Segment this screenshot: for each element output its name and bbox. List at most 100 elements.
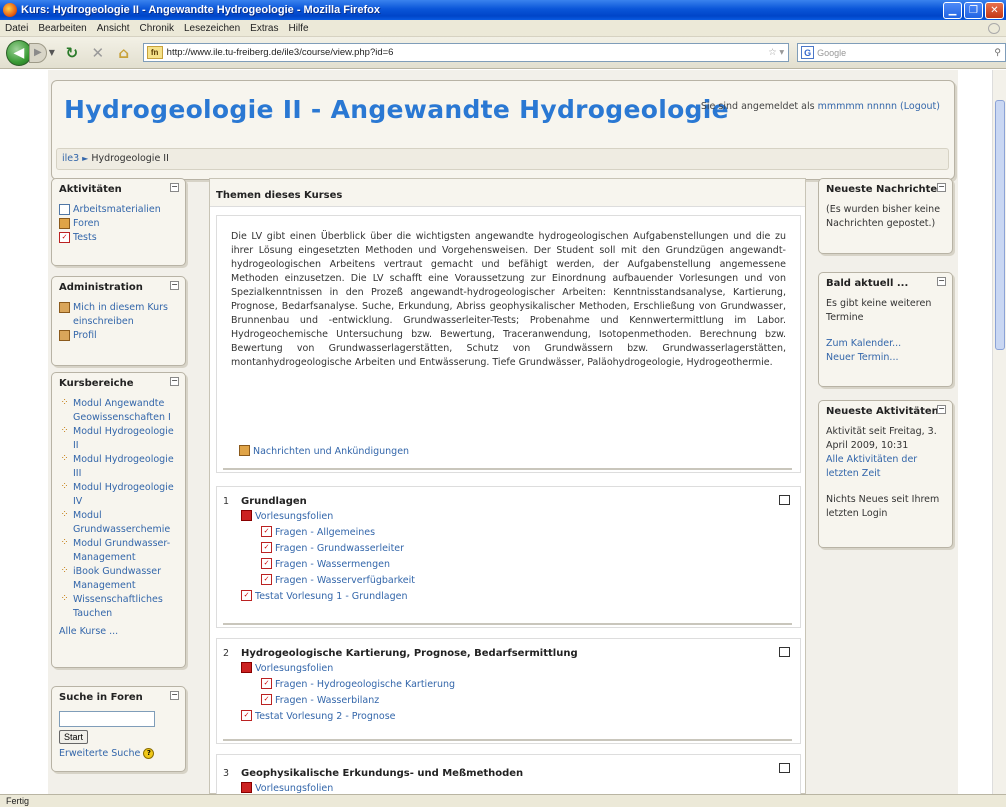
link-tests[interactable]: Tests bbox=[73, 231, 97, 245]
document-icon bbox=[59, 204, 70, 215]
forum-icon bbox=[59, 218, 70, 229]
quiz-icon: ✓ bbox=[261, 542, 272, 553]
block-title: Aktivitäten bbox=[59, 184, 122, 195]
nothing-new-text: Nichts Neues seit Ihrem letzten Login bbox=[826, 494, 940, 519]
link-course-category[interactable]: Modul Hydrogeologie IV bbox=[73, 481, 178, 509]
block-title: Neueste Nachrichten bbox=[826, 184, 945, 195]
news-forum-item: Nachrichten und Ankündigungen bbox=[239, 444, 409, 460]
collapse-icon[interactable]: − bbox=[170, 377, 179, 386]
history-dropdown-icon[interactable]: ▼ bbox=[49, 48, 55, 57]
pdf-icon bbox=[241, 782, 252, 793]
menu-ansicht[interactable]: Ansicht bbox=[92, 23, 135, 34]
search-icon[interactable]: ⚲ bbox=[994, 47, 1001, 58]
block-neueste-aktivitaeten: Neueste Aktivitäten − Aktivität seit Frei… bbox=[818, 400, 953, 548]
menu-bearbeiten[interactable]: Bearbeiten bbox=[33, 23, 91, 34]
link-course-category[interactable]: Modul Grundwasserchemie bbox=[73, 509, 178, 537]
link-neuer-termin[interactable]: Neuer Termin... bbox=[826, 352, 899, 363]
link-testat[interactable]: Testat Vorlesung 2 - Prognose bbox=[255, 709, 396, 725]
close-button[interactable]: ✕ bbox=[985, 1, 1004, 19]
collapse-icon[interactable]: − bbox=[170, 183, 179, 192]
link-alle-aktivitaeten[interactable]: Alle Aktivitäten der letzten Zeit bbox=[826, 454, 917, 479]
profile-icon bbox=[59, 330, 70, 341]
link-course-category[interactable]: Wissenschaftliches Tauchen bbox=[73, 593, 178, 621]
menu-extras[interactable]: Extras bbox=[245, 23, 283, 34]
bookmark-star-icon[interactable]: ☆ ▾ bbox=[768, 47, 784, 58]
stop-icon[interactable]: ✕ bbox=[89, 44, 107, 62]
link-einschreiben[interactable]: Mich in diesem Kurs einschreiben bbox=[73, 301, 178, 329]
url-text[interactable]: http://www.ile.tu-freiberg.de/ile3/cours… bbox=[167, 47, 769, 58]
highlight-toggle-icon[interactable] bbox=[779, 763, 790, 773]
collapse-icon[interactable]: − bbox=[937, 405, 946, 414]
link-course-category[interactable]: Modul Grundwasser-Management bbox=[73, 537, 178, 565]
breadcrumb-root-link[interactable]: ile3 bbox=[62, 153, 79, 164]
help-icon[interactable]: ? bbox=[143, 748, 155, 759]
logout-link[interactable]: (Logout) bbox=[900, 101, 940, 112]
link-arbeitsmaterialien[interactable]: Arbeitsmaterialien bbox=[73, 203, 161, 217]
highlight-toggle-icon[interactable] bbox=[779, 647, 790, 657]
reload-icon[interactable]: ↻ bbox=[63, 44, 81, 62]
link-slides[interactable]: Vorlesungsfolien bbox=[255, 509, 333, 525]
collapse-icon[interactable]: − bbox=[170, 691, 179, 700]
course-icon: ⁘ bbox=[61, 594, 68, 602]
home-icon[interactable]: ⌂ bbox=[115, 44, 133, 62]
block-title: Neueste Aktivitäten bbox=[826, 406, 939, 417]
link-course-category[interactable]: Modul Angewandte Geowissenschaften I bbox=[73, 397, 178, 425]
login-prefix: Sie sind angemeldet als bbox=[700, 101, 815, 112]
minimize-button[interactable]: ▁ bbox=[943, 1, 962, 19]
link-quiz[interactable]: Fragen - Wasserverfügbarkeit bbox=[275, 573, 415, 589]
link-foren[interactable]: Foren bbox=[73, 217, 100, 231]
block-administration: Administration − Mich in diesem Kurs eins… bbox=[51, 276, 186, 366]
link-slides[interactable]: Vorlesungsfolien bbox=[255, 661, 333, 677]
forum-search-input[interactable] bbox=[59, 711, 155, 727]
link-quiz[interactable]: Fragen - Wasserbilanz bbox=[275, 693, 379, 709]
section-number: 1 bbox=[223, 496, 230, 507]
collapse-icon[interactable]: − bbox=[170, 281, 179, 290]
scrollbar-thumb[interactable] bbox=[995, 100, 1005, 350]
collapse-icon[interactable]: − bbox=[937, 277, 946, 286]
link-kalender[interactable]: Zum Kalender... bbox=[826, 338, 901, 349]
google-icon[interactable]: G bbox=[801, 46, 815, 59]
link-alle-kurse[interactable]: Alle Kurse ... bbox=[59, 625, 118, 639]
search-start-button[interactable]: Start bbox=[59, 730, 89, 744]
window-title: Kurs: Hydrogeologie II - Angewandte Hydr… bbox=[21, 4, 380, 16]
page-title: Hydrogeologie II - Angewandte Hydrogeolo… bbox=[64, 95, 729, 124]
menu-hilfe[interactable]: Hilfe bbox=[284, 23, 314, 34]
quiz-icon: ✓ bbox=[59, 232, 70, 243]
link-news-forum[interactable]: Nachrichten und Ankündigungen bbox=[253, 444, 409, 460]
highlight-toggle-icon[interactable] bbox=[779, 495, 790, 505]
forum-icon bbox=[239, 445, 250, 456]
link-quiz[interactable]: Fragen - Wassermengen bbox=[275, 557, 390, 573]
course-icon: ⁘ bbox=[61, 538, 68, 546]
course-icon: ⁘ bbox=[61, 566, 68, 574]
link-course-category[interactable]: iBook Gundwasser Management bbox=[73, 565, 178, 593]
menu-chronik[interactable]: Chronik bbox=[135, 23, 179, 34]
link-slides[interactable]: Vorlesungsfolien bbox=[255, 781, 333, 794]
page-viewport: Hydrogeologie II - Angewandte Hydrogeolo… bbox=[0, 70, 1006, 794]
forward-button[interactable]: ▶ bbox=[28, 42, 47, 63]
section-title: Hydrogeologische Kartierung, Prognose, B… bbox=[241, 648, 578, 659]
section-heading: Themen dieses Kurses bbox=[210, 179, 805, 207]
back-button[interactable]: ◀ bbox=[6, 39, 32, 66]
section-divider bbox=[223, 739, 792, 741]
address-bar[interactable]: fn http://www.ile.tu-freiberg.de/ile3/co… bbox=[142, 43, 790, 62]
link-erweiterte-suche[interactable]: Erweiterte Suche bbox=[59, 747, 140, 761]
link-profil[interactable]: Profil bbox=[73, 329, 97, 343]
menu-datei[interactable]: Datei bbox=[0, 23, 33, 34]
no-events-text: Es gibt keine weiteren Termine bbox=[826, 298, 932, 323]
search-bar[interactable]: G Google ⚲ bbox=[797, 43, 1006, 62]
section-title: Grundlagen bbox=[241, 496, 307, 507]
link-testat[interactable]: Testat Vorlesung 1 - Grundlagen bbox=[255, 589, 408, 605]
user-link[interactable]: mmmmm nnnnn bbox=[818, 101, 897, 112]
block-title: Bald aktuell ... bbox=[826, 278, 909, 289]
block-neueste-nachrichten: Neueste Nachrichten − (Es wurden bisher k… bbox=[818, 178, 953, 254]
collapse-icon[interactable]: − bbox=[937, 183, 946, 192]
maximize-button[interactable]: ❐ bbox=[964, 1, 983, 19]
link-course-category[interactable]: Modul Hydrogeologie II bbox=[73, 425, 178, 453]
menu-lesezeichen[interactable]: Lesezeichen bbox=[179, 23, 245, 34]
quiz-icon: ✓ bbox=[261, 526, 272, 537]
link-quiz[interactable]: Fragen - Allgemeines bbox=[275, 525, 375, 541]
link-quiz[interactable]: Fragen - Hydrogeologische Kartierung bbox=[275, 677, 455, 693]
link-course-category[interactable]: Modul Hydrogeologie III bbox=[73, 453, 178, 481]
vertical-scrollbar[interactable] bbox=[992, 70, 1006, 794]
link-quiz[interactable]: Fragen - Grundwasserleiter bbox=[275, 541, 404, 557]
